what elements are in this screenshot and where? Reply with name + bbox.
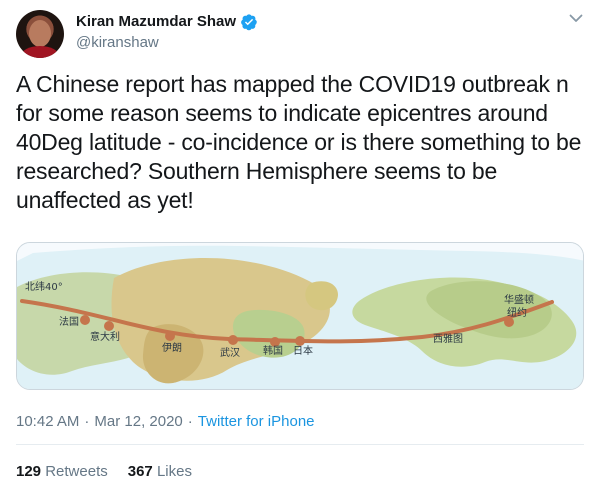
chevron-down-icon[interactable] xyxy=(568,10,584,26)
retweets-count: 129 xyxy=(16,463,42,480)
meta-separator: · xyxy=(84,413,90,430)
timestamp[interactable]: 10:42 AM xyxy=(16,412,79,432)
iran-marker xyxy=(165,331,175,341)
france-marker xyxy=(80,315,90,325)
tweet-card: Kiran Mazumdar Shaw @kiranshaw A Chinese… xyxy=(0,0,600,491)
author-handle[interactable]: @kiranshaw xyxy=(76,33,159,53)
avatar-face xyxy=(29,20,51,47)
author-name-row[interactable]: Kiran Mazumdar Shaw xyxy=(76,12,258,32)
tweet-meta: 10:42 AM · Mar 12, 2020 · Twitter for iP… xyxy=(16,412,315,432)
place-label-korea: 韩国 xyxy=(263,344,283,357)
place-label-italy: 意大利 xyxy=(90,330,120,343)
author-display-name[interactable]: Kiran Mazumdar Shaw xyxy=(76,12,236,32)
retweets-label: Retweets xyxy=(45,463,108,480)
stats-divider xyxy=(16,444,584,445)
avatar[interactable] xyxy=(16,10,64,58)
italy-marker xyxy=(104,321,114,331)
likes-count: 367 xyxy=(127,463,153,480)
retweets-stat[interactable]: 129 Retweets xyxy=(16,462,108,482)
place-label-iran: 伊朗 xyxy=(162,342,182,354)
place-label-washington: 华盛顿 xyxy=(504,293,534,306)
wuhan-marker xyxy=(228,335,238,345)
meta-separator: · xyxy=(187,413,193,430)
latitude-label: 北纬40° xyxy=(25,280,63,293)
tweet-text: A Chinese report has mapped the COVID19 … xyxy=(16,71,582,213)
likes-stat[interactable]: 367 Likes xyxy=(128,462,192,482)
place-label-seattle: 西雅图 xyxy=(433,332,463,345)
place-label-wuhan: 武汉 xyxy=(220,346,240,359)
place-label-france: 法国 xyxy=(59,315,79,328)
avatar-shirt xyxy=(21,46,59,58)
world-map-svg: 北纬40° 法国 意大利 伊朗 武汉 韩国 日本 西雅图 华盛顿 纽约 xyxy=(17,243,583,389)
tweet-date[interactable]: Mar 12, 2020 xyxy=(94,412,182,432)
japan-marker xyxy=(295,336,305,346)
likes-label: Likes xyxy=(156,463,192,480)
source-link[interactable]: Twitter for iPhone xyxy=(198,412,315,432)
place-label-new-york: 纽约 xyxy=(507,306,527,319)
tweet-stats: 129 Retweets 367 Likes xyxy=(16,462,212,482)
place-label-japan: 日本 xyxy=(293,344,313,357)
tweet-map-image[interactable]: 北纬40° 法国 意大利 伊朗 武汉 韩国 日本 西雅图 华盛顿 纽约 xyxy=(16,242,584,390)
verified-badge-icon xyxy=(241,14,257,31)
